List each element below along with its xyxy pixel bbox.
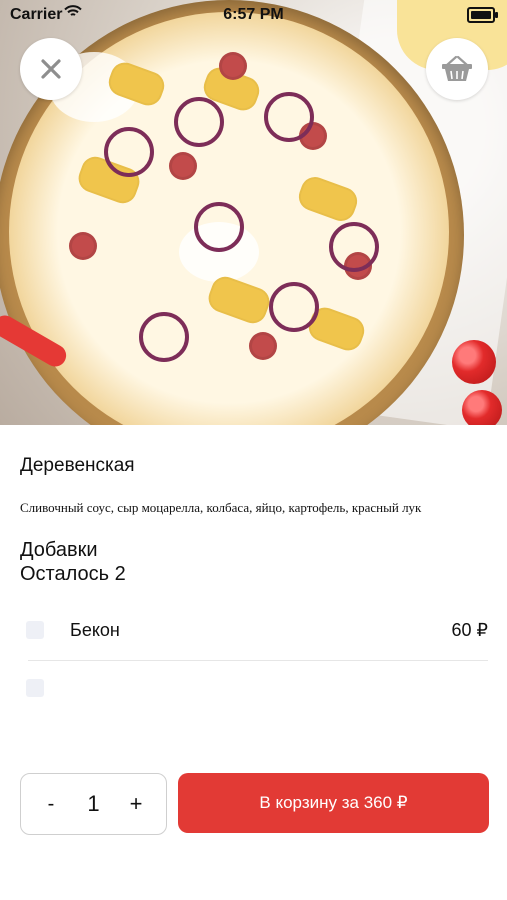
onion-ring xyxy=(174,97,224,147)
salami-slice xyxy=(249,332,277,360)
addons-header: Добавки Осталось 2 xyxy=(20,538,126,586)
onion-ring xyxy=(269,282,319,332)
basket-button[interactable] xyxy=(426,38,488,100)
salami-slice xyxy=(169,152,197,180)
close-icon xyxy=(41,59,61,79)
tomato-decor xyxy=(452,340,496,384)
addon-row[interactable] xyxy=(20,661,488,698)
quantity-stepper[interactable]: - 1 + xyxy=(20,773,167,835)
increment-button[interactable]: + xyxy=(124,789,148,819)
addon-name: Бекон xyxy=(70,620,120,640)
product-title: Деревенская xyxy=(20,455,135,476)
tomato-decor xyxy=(462,390,502,425)
addon-price: 60 ₽ xyxy=(451,620,488,640)
onion-ring xyxy=(194,202,244,252)
onion-ring xyxy=(139,312,189,362)
checkbox[interactable] xyxy=(26,679,44,697)
onion-ring xyxy=(329,222,379,272)
onion-ring xyxy=(104,127,154,177)
addon-row[interactable]: Бекон 60 ₽ xyxy=(20,603,488,661)
onion-ring xyxy=(264,92,314,142)
salami-slice xyxy=(219,52,247,80)
checkbox[interactable] xyxy=(26,621,44,639)
potato-slice xyxy=(204,272,274,328)
addons-remaining: Осталось 2 xyxy=(20,563,126,585)
close-button[interactable] xyxy=(20,38,82,100)
salami-slice xyxy=(69,232,97,260)
battery-level xyxy=(471,11,491,19)
battery-icon xyxy=(467,7,498,23)
status-time: 6:57 PM xyxy=(223,6,284,23)
basket-icon xyxy=(442,55,472,81)
potato-slice xyxy=(294,173,362,225)
add-to-cart-label: В корзину за 360 ₽ xyxy=(259,793,408,812)
product-description: Сливочный соус, сыр моцарелла, колбаса, … xyxy=(20,500,422,515)
status-bar: Carrier 6:57 PM xyxy=(0,0,507,30)
addons-title: Добавки xyxy=(20,539,98,561)
addons-list: Бекон 60 ₽ xyxy=(20,603,488,698)
add-to-cart-button[interactable]: В корзину за 360 ₽ xyxy=(178,773,489,833)
